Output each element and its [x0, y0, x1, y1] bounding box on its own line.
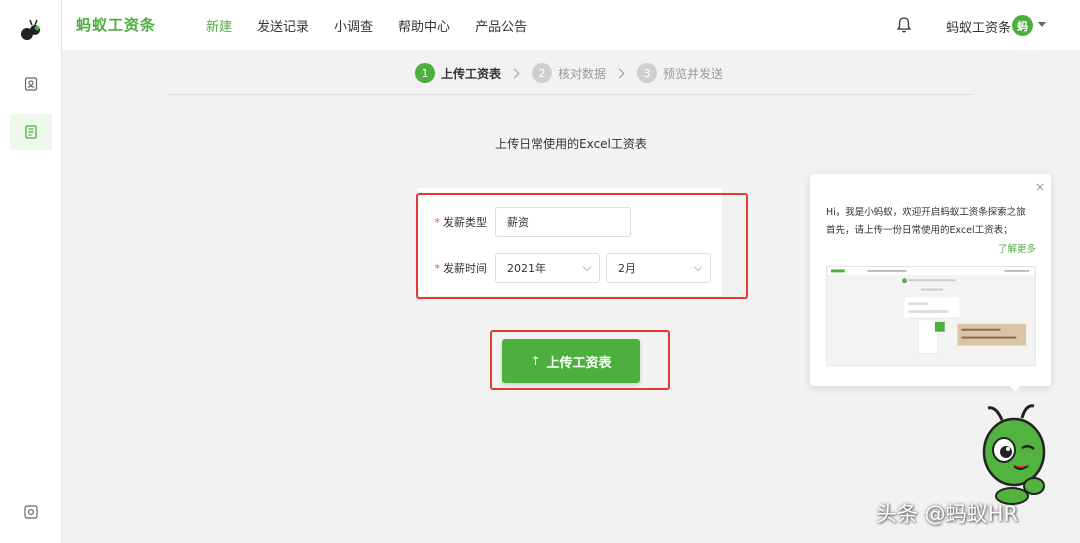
chevron-down-icon[interactable]: [1038, 22, 1046, 27]
step-label: 上传工资表: [441, 66, 502, 81]
ant-logo-icon[interactable]: [18, 18, 44, 44]
tip-line-2: 首先，请上传一份日常使用的Excel工资表；: [826, 225, 1013, 236]
user-name[interactable]: 蚂蚁工资条: [946, 17, 1011, 36]
tip-pointer: [1008, 384, 1022, 392]
top-header: 蚂蚁工资条 新建 发送记录 小调查 帮助中心 产品公告 蚂蚁工资条 蚂: [62, 0, 1080, 50]
steps-indicator: 1 上传工资表 2 核对数据 3 预览并发送: [415, 63, 723, 83]
chevron-right-icon: [614, 68, 625, 78]
step-number: 3: [637, 63, 658, 83]
step-check: 2 核对数据: [532, 63, 606, 83]
nav-help-center[interactable]: 帮助中心: [398, 16, 450, 35]
step-label: 预览并发送: [663, 66, 724, 81]
brand-title[interactable]: 蚂蚁工资条: [76, 14, 156, 35]
step-label: 核对数据: [558, 66, 607, 81]
nav-announcements[interactable]: 产品公告: [475, 16, 527, 35]
ant-mascot-icon: [982, 404, 1046, 505]
step-number: 2: [532, 63, 553, 83]
nav-send-records[interactable]: 发送记录: [257, 16, 309, 35]
nav-new[interactable]: 新建: [206, 16, 232, 35]
tip-line-1: Hi，我是小蚂蚁，欢迎开启蚂蚁工资条探索之旅: [826, 207, 1026, 218]
main-nav: 新建 发送记录 小调查 帮助中心 产品公告: [206, 0, 552, 50]
step-upload: 1 上传工资表: [415, 63, 501, 83]
rail-payslip-icon[interactable]: [10, 114, 52, 150]
step-number: 1: [415, 63, 435, 83]
watermark: 头条 @蚂蚁HR: [876, 502, 1019, 526]
guide-tip-popup: × Hi，我是小蚂蚁，欢迎开启蚂蚁工资条探索之旅 首先，请上传一份日常使用的Ex…: [810, 174, 1051, 392]
left-rail: [0, 0, 62, 543]
tutorial-preview-image: [826, 266, 1036, 366]
close-icon[interactable]: ×: [1035, 180, 1045, 194]
learn-more-link[interactable]: 了解更多: [998, 241, 1036, 255]
chevron-right-icon: [509, 68, 520, 78]
step-preview: 3 预览并发送: [637, 63, 723, 83]
rail-settings-icon[interactable]: [10, 494, 52, 530]
form-highlight-box: [416, 193, 748, 299]
bell-icon[interactable]: [896, 16, 912, 34]
page-subtitle: 上传日常使用的Excel工资表: [495, 137, 647, 151]
button-highlight-box: [490, 330, 670, 390]
rail-contacts-icon[interactable]: [10, 66, 52, 102]
avatar[interactable]: 蚂: [1012, 15, 1033, 36]
nav-survey[interactable]: 小调查: [334, 16, 373, 35]
steps-divider: [168, 94, 974, 95]
